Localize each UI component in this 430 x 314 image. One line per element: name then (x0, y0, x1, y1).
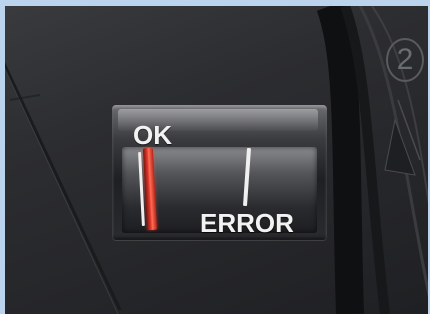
device-photo: OK ERROR 2 (0, 0, 430, 314)
ok-label: OK (133, 120, 172, 150)
housing-number-marking: 2 (386, 38, 424, 82)
error-label: ERROR (200, 208, 294, 238)
